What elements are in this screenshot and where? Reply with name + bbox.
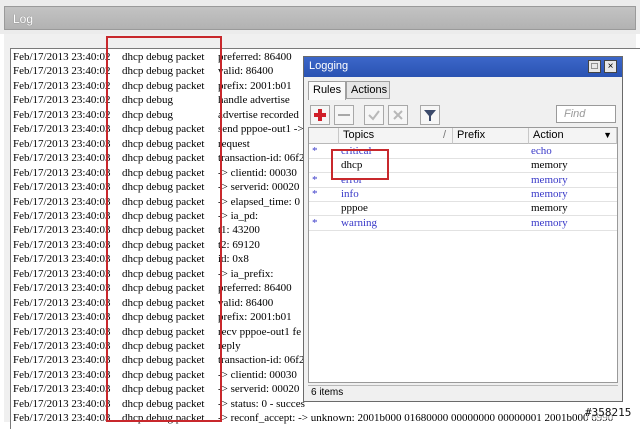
column-header-topics-label: Topics	[343, 129, 375, 141]
close-icon[interactable]: ×	[604, 60, 617, 73]
tab-rules[interactable]: Rules	[308, 81, 346, 100]
watermark-text: #358215	[585, 406, 632, 419]
rule-row[interactable]: * info memory	[309, 187, 617, 202]
rule-action: memory	[531, 187, 568, 200]
rule-row[interactable]: * warning memory	[309, 216, 617, 231]
rule-action: memory	[531, 216, 568, 229]
column-header-topics[interactable]: Topics /	[339, 128, 453, 144]
column-header-action[interactable]: Action ▼	[529, 128, 617, 144]
maximize-icon[interactable]: □	[588, 60, 601, 73]
rule-action: memory	[531, 202, 568, 215]
column-header-flag[interactable]	[309, 128, 339, 144]
titlebar-bar: Log	[4, 6, 636, 30]
rule-topic: pppoe	[341, 202, 368, 215]
log-window-titlebar[interactable]: Log	[0, 0, 640, 34]
cross-icon	[393, 110, 403, 120]
log-message: -> reconf_accept: -> unknown: 2001b000 0…	[218, 412, 614, 425]
dynamic-marker: *	[312, 145, 318, 157]
dynamic-marker: *	[312, 216, 318, 229]
tab-actions[interactable]: Actions	[346, 81, 390, 99]
rule-action: echo	[531, 145, 552, 157]
column-header-prefix[interactable]: Prefix	[453, 128, 529, 144]
enable-button[interactable]	[364, 105, 384, 125]
dynamic-marker: *	[312, 187, 318, 200]
filter-button[interactable]	[420, 105, 440, 125]
rule-row[interactable]: pppoe memory	[309, 201, 617, 217]
column-header-action-label: Action	[533, 129, 564, 141]
funnel-icon	[424, 110, 436, 121]
check-icon	[368, 110, 380, 121]
plus-icon	[314, 109, 326, 121]
column-menu-icon: ▼	[603, 130, 612, 140]
rule-action: memory	[531, 173, 568, 186]
column-sort-icon: /	[442, 129, 446, 141]
dialog-title: Logging	[309, 60, 349, 72]
add-button[interactable]	[310, 105, 330, 125]
rule-action: memory	[531, 159, 568, 172]
logging-dialog[interactable]: Logging □ × Rules Actions Find Topics / …	[303, 56, 623, 402]
dynamic-marker: *	[312, 173, 318, 186]
status-bar: 6 items	[308, 385, 618, 399]
dialog-titlebar[interactable]: Logging □ ×	[304, 57, 622, 77]
window-title: Log	[13, 12, 34, 26]
dhcp-rule-highlight-box	[331, 149, 389, 180]
disable-button[interactable]	[388, 105, 408, 125]
rule-topic: info	[341, 187, 359, 200]
remove-button[interactable]	[334, 105, 354, 125]
minus-icon	[338, 114, 350, 116]
topics-highlight-box	[106, 36, 222, 422]
rule-topic: warning	[341, 216, 378, 229]
find-input[interactable]: Find	[556, 105, 616, 123]
